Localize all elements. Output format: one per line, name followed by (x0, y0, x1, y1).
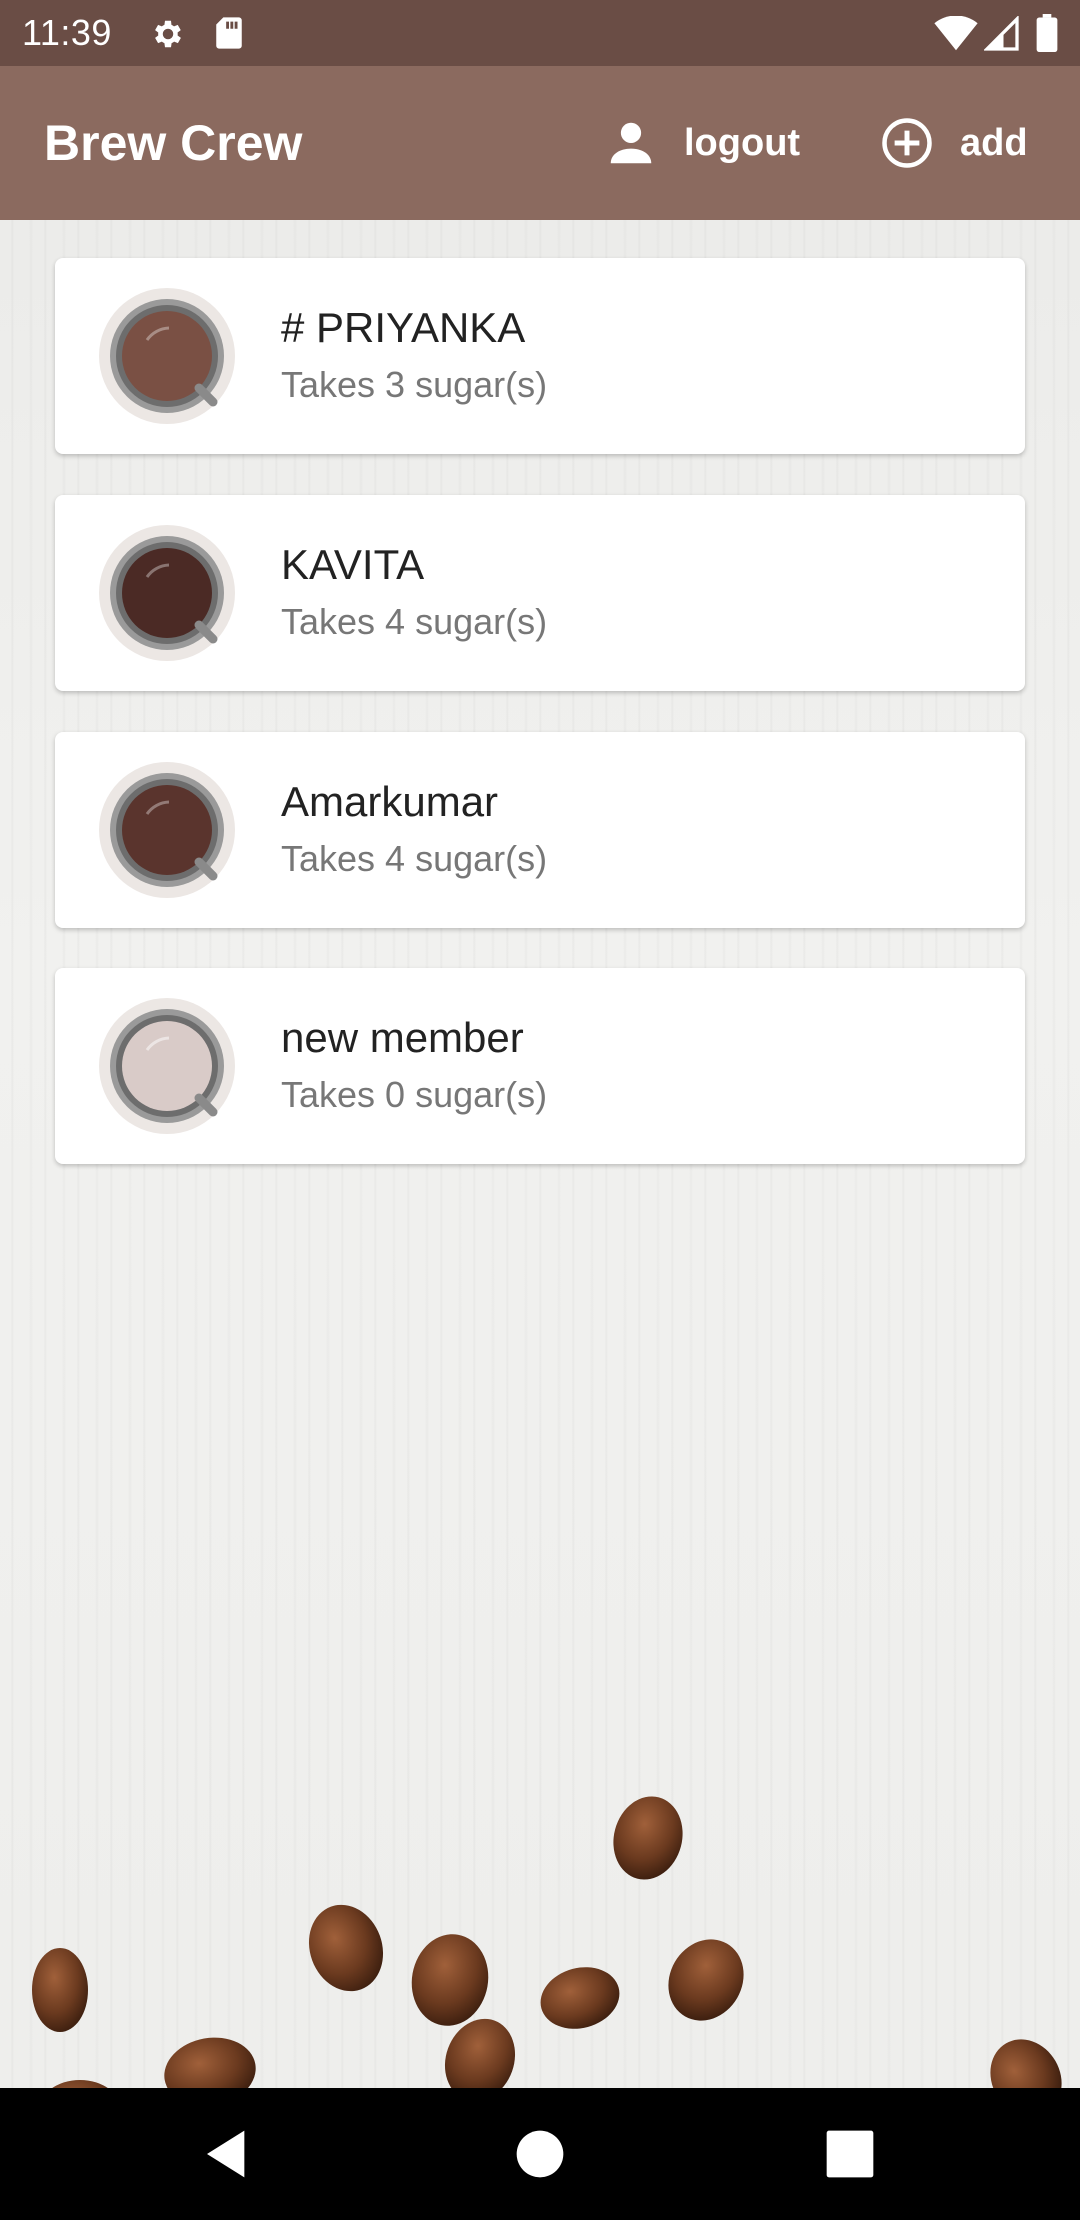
member-sugar: Takes 0 sugar(s) (281, 1074, 548, 1115)
avatar (99, 288, 235, 424)
member-card[interactable]: new member Takes 0 sugar(s) (55, 968, 1025, 1164)
coffee-beans-image (32, 1796, 1062, 2088)
recent-apps-icon[interactable] (822, 2126, 878, 2182)
avatar (99, 525, 235, 661)
person-icon (610, 122, 652, 164)
member-list-area: # PRIYANKA Takes 3 sugar(s) KAVITA Takes… (0, 220, 1080, 2088)
member-name: new member (281, 1014, 524, 1061)
coffee-cup-icon (110, 299, 224, 413)
add-label: add (960, 121, 1028, 164)
avatar (99, 762, 235, 898)
coffee-cup-icon (110, 773, 224, 887)
member-card[interactable]: Amarkumar Takes 4 sugar(s) (55, 732, 1025, 928)
app-title: Brew Crew (44, 115, 303, 171)
system-nav-bar (0, 2088, 1080, 2220)
avatar (99, 998, 235, 1134)
member-sugar: Takes 3 sugar(s) (281, 364, 548, 405)
battery-icon (1036, 14, 1058, 52)
member-name: Amarkumar (281, 778, 499, 825)
sd-card-icon (216, 17, 242, 49)
member-name: KAVITA (281, 541, 425, 588)
member-card[interactable]: # PRIYANKA Takes 3 sugar(s) (55, 258, 1025, 454)
add-button[interactable]: add (880, 112, 1028, 174)
logout-button[interactable]: logout (604, 112, 800, 174)
add-circle-icon (882, 118, 932, 168)
coffee-cup-icon (110, 1009, 224, 1123)
signal-icon (984, 16, 1019, 51)
back-icon[interactable] (200, 2126, 256, 2182)
status-time: 11:39 (22, 12, 112, 53)
home-icon[interactable] (512, 2126, 568, 2182)
status-bar: 11:39 (0, 0, 1080, 66)
logout-label: logout (684, 121, 801, 164)
app-bar: Brew Crew logout add (0, 66, 1080, 220)
member-name: # PRIYANKA (281, 304, 526, 351)
member-sugar: Takes 4 sugar(s) (281, 601, 548, 642)
gear-icon (155, 20, 181, 48)
wifi-icon (934, 16, 978, 51)
coffee-cup-icon (110, 536, 224, 650)
member-card[interactable]: KAVITA Takes 4 sugar(s) (55, 495, 1025, 691)
member-sugar: Takes 4 sugar(s) (281, 838, 548, 879)
